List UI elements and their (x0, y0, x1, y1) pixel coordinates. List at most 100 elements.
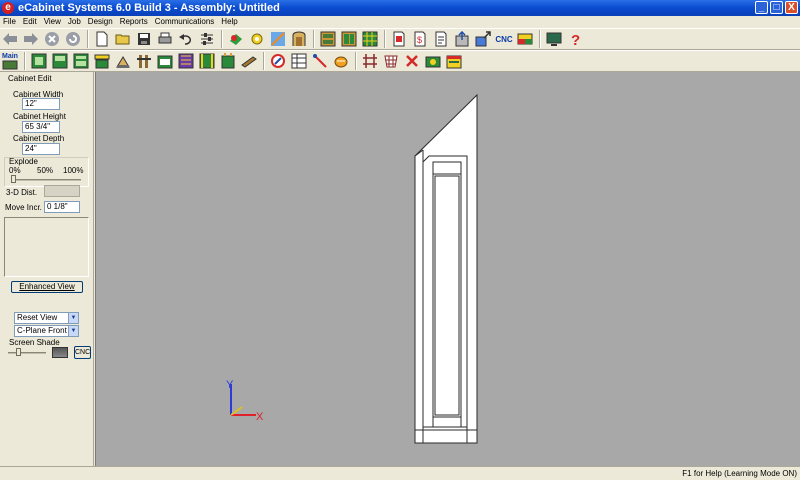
status-text: F1 for Help (Learning Mode ON) (682, 469, 797, 478)
explode-slider-track[interactable] (11, 179, 81, 181)
render-icon[interactable] (268, 29, 288, 49)
grid-cabinet-icon[interactable] (155, 51, 175, 71)
base-cabinet-icon[interactable] (134, 51, 154, 71)
cabinet-icon[interactable] (29, 51, 49, 71)
document-icon[interactable] (431, 29, 451, 49)
window-title: eCabinet Systems 6.0 Build 3 - Assembly:… (18, 2, 280, 14)
cnc-label: CNC (495, 34, 513, 44)
upload-icon[interactable] (473, 29, 493, 49)
screen-shade-slider-thumb[interactable] (16, 348, 22, 356)
toggle-icon[interactable] (515, 29, 535, 49)
reset-view-value: Reset View (17, 313, 58, 322)
undo-icon[interactable] (176, 29, 196, 49)
forward-arrow-icon[interactable] (21, 29, 41, 49)
menu-edit[interactable]: Edit (20, 17, 41, 26)
cabinet-side-panel[interactable] (414, 93, 478, 444)
menu-design[interactable]: Design (85, 17, 117, 26)
standard-toolbar: $ CNC ? (0, 28, 800, 50)
materials-icon[interactable] (226, 29, 246, 49)
main-view-button[interactable]: Main (0, 51, 20, 71)
layout-grid-icon[interactable] (381, 51, 401, 71)
settings-sliders-icon[interactable] (197, 29, 217, 49)
menu-job[interactable]: Job (65, 17, 85, 26)
export-icon[interactable] (452, 29, 472, 49)
reset-view-dropdown[interactable]: Reset View ▼ (14, 312, 79, 324)
maximize-button[interactable]: □ (770, 1, 783, 14)
chevron-down-icon[interactable]: ▼ (68, 326, 78, 336)
construction-plane-dropdown[interactable]: C-Plane Front ▼ (14, 325, 79, 337)
3d-distance-label: 3-D Dist. (6, 188, 38, 197)
hardware-icon[interactable] (247, 29, 267, 49)
tools-icon[interactable] (239, 51, 259, 71)
corner-cabinet-icon[interactable] (176, 51, 196, 71)
cabinet-height-label: Cabinet Height (13, 112, 66, 121)
cabinet-drawers-icon[interactable] (71, 51, 91, 71)
design-toolbar: Main (0, 50, 800, 72)
pencil-icon[interactable] (268, 51, 288, 71)
edge-banding-icon[interactable] (289, 51, 309, 71)
menu-communications[interactable]: Communications (152, 17, 219, 26)
grid-icon[interactable] (331, 51, 351, 71)
new-document-icon[interactable] (92, 29, 112, 49)
partition-icon[interactable] (360, 51, 380, 71)
help-icon[interactable]: ? (565, 29, 585, 49)
menu-view[interactable]: View (41, 17, 65, 26)
toolbar-separator (263, 52, 265, 70)
toolbar-separator (384, 30, 386, 48)
refresh-icon[interactable] (63, 29, 83, 49)
dimension-icon[interactable] (310, 51, 330, 71)
back-arrow-icon[interactable] (0, 29, 20, 49)
optimizer-icon[interactable] (360, 29, 380, 49)
close-button[interactable]: X (785, 1, 798, 14)
menu-reports[interactable]: Reports (117, 17, 152, 26)
shelf-icon[interactable] (197, 51, 217, 71)
minimize-button[interactable]: _ (755, 1, 768, 14)
toolbar-separator (221, 30, 223, 48)
stop-icon[interactable] (42, 29, 62, 49)
status-bar: F1 for Help (Learning Mode ON) (0, 466, 800, 480)
cabinet-depth-input[interactable]: 24" (22, 143, 60, 155)
sheet-layout-icon[interactable] (339, 29, 359, 49)
move-increment-input[interactable]: 0 1/8" (44, 201, 80, 213)
3d-viewport[interactable]: Y X (95, 72, 800, 466)
axis-gizmo: Y X (226, 379, 264, 423)
cabinet-drawing: Y X (226, 93, 478, 444)
display-icon[interactable] (544, 29, 564, 49)
cabinet-depth-label: Cabinet Depth (13, 134, 65, 143)
save-disk-icon[interactable] (134, 29, 154, 49)
cabinet-height-input[interactable]: 65 3/4" (22, 121, 60, 133)
explode-slider-thumb[interactable] (11, 175, 16, 183)
open-folder-icon[interactable] (113, 29, 133, 49)
title-bar: e eCabinet Systems 6.0 Build 3 - Assembl… (0, 0, 800, 16)
frame-icon[interactable] (113, 51, 133, 71)
enhanced-view-label: Enhanced View (19, 282, 75, 291)
svg-text:$: $ (417, 35, 422, 45)
y-axis-label: Y (226, 379, 234, 391)
report-icon[interactable] (389, 29, 409, 49)
cabinet-edit-panel: Cabinet Edit Cabinet Width 12" Cabinet H… (0, 72, 94, 466)
pricing-icon[interactable]: $ (410, 29, 430, 49)
cnc-panel-button[interactable]: CNC (74, 346, 91, 359)
enhanced-view-button[interactable]: Enhanced View (11, 281, 83, 293)
menu-help[interactable]: Help (218, 17, 241, 26)
door-style-icon[interactable] (289, 29, 309, 49)
menu-bar: File Edit View Job Design Reports Commun… (0, 16, 800, 27)
preview-box (4, 217, 89, 277)
upper-cabinet-icon[interactable] (50, 51, 70, 71)
chevron-down-icon[interactable]: ▼ (68, 313, 78, 323)
cabinet-width-input[interactable]: 12" (22, 98, 60, 110)
toolbar-separator (355, 52, 357, 70)
3d-distance-input (44, 185, 80, 197)
toolbar-separator (313, 30, 315, 48)
door-icon[interactable] (218, 51, 238, 71)
menu-file[interactable]: File (0, 17, 20, 26)
delete-icon[interactable] (402, 51, 422, 71)
camera-icon[interactable] (423, 51, 443, 71)
cnc-button[interactable]: CNC (494, 29, 514, 49)
countertop-icon[interactable] (92, 51, 112, 71)
toolbar-separator (87, 30, 89, 48)
calendar-icon[interactable] (444, 51, 464, 71)
print-icon[interactable] (155, 29, 175, 49)
screen-shade-slider-track[interactable] (8, 352, 46, 354)
cut-list-icon[interactable] (318, 29, 338, 49)
